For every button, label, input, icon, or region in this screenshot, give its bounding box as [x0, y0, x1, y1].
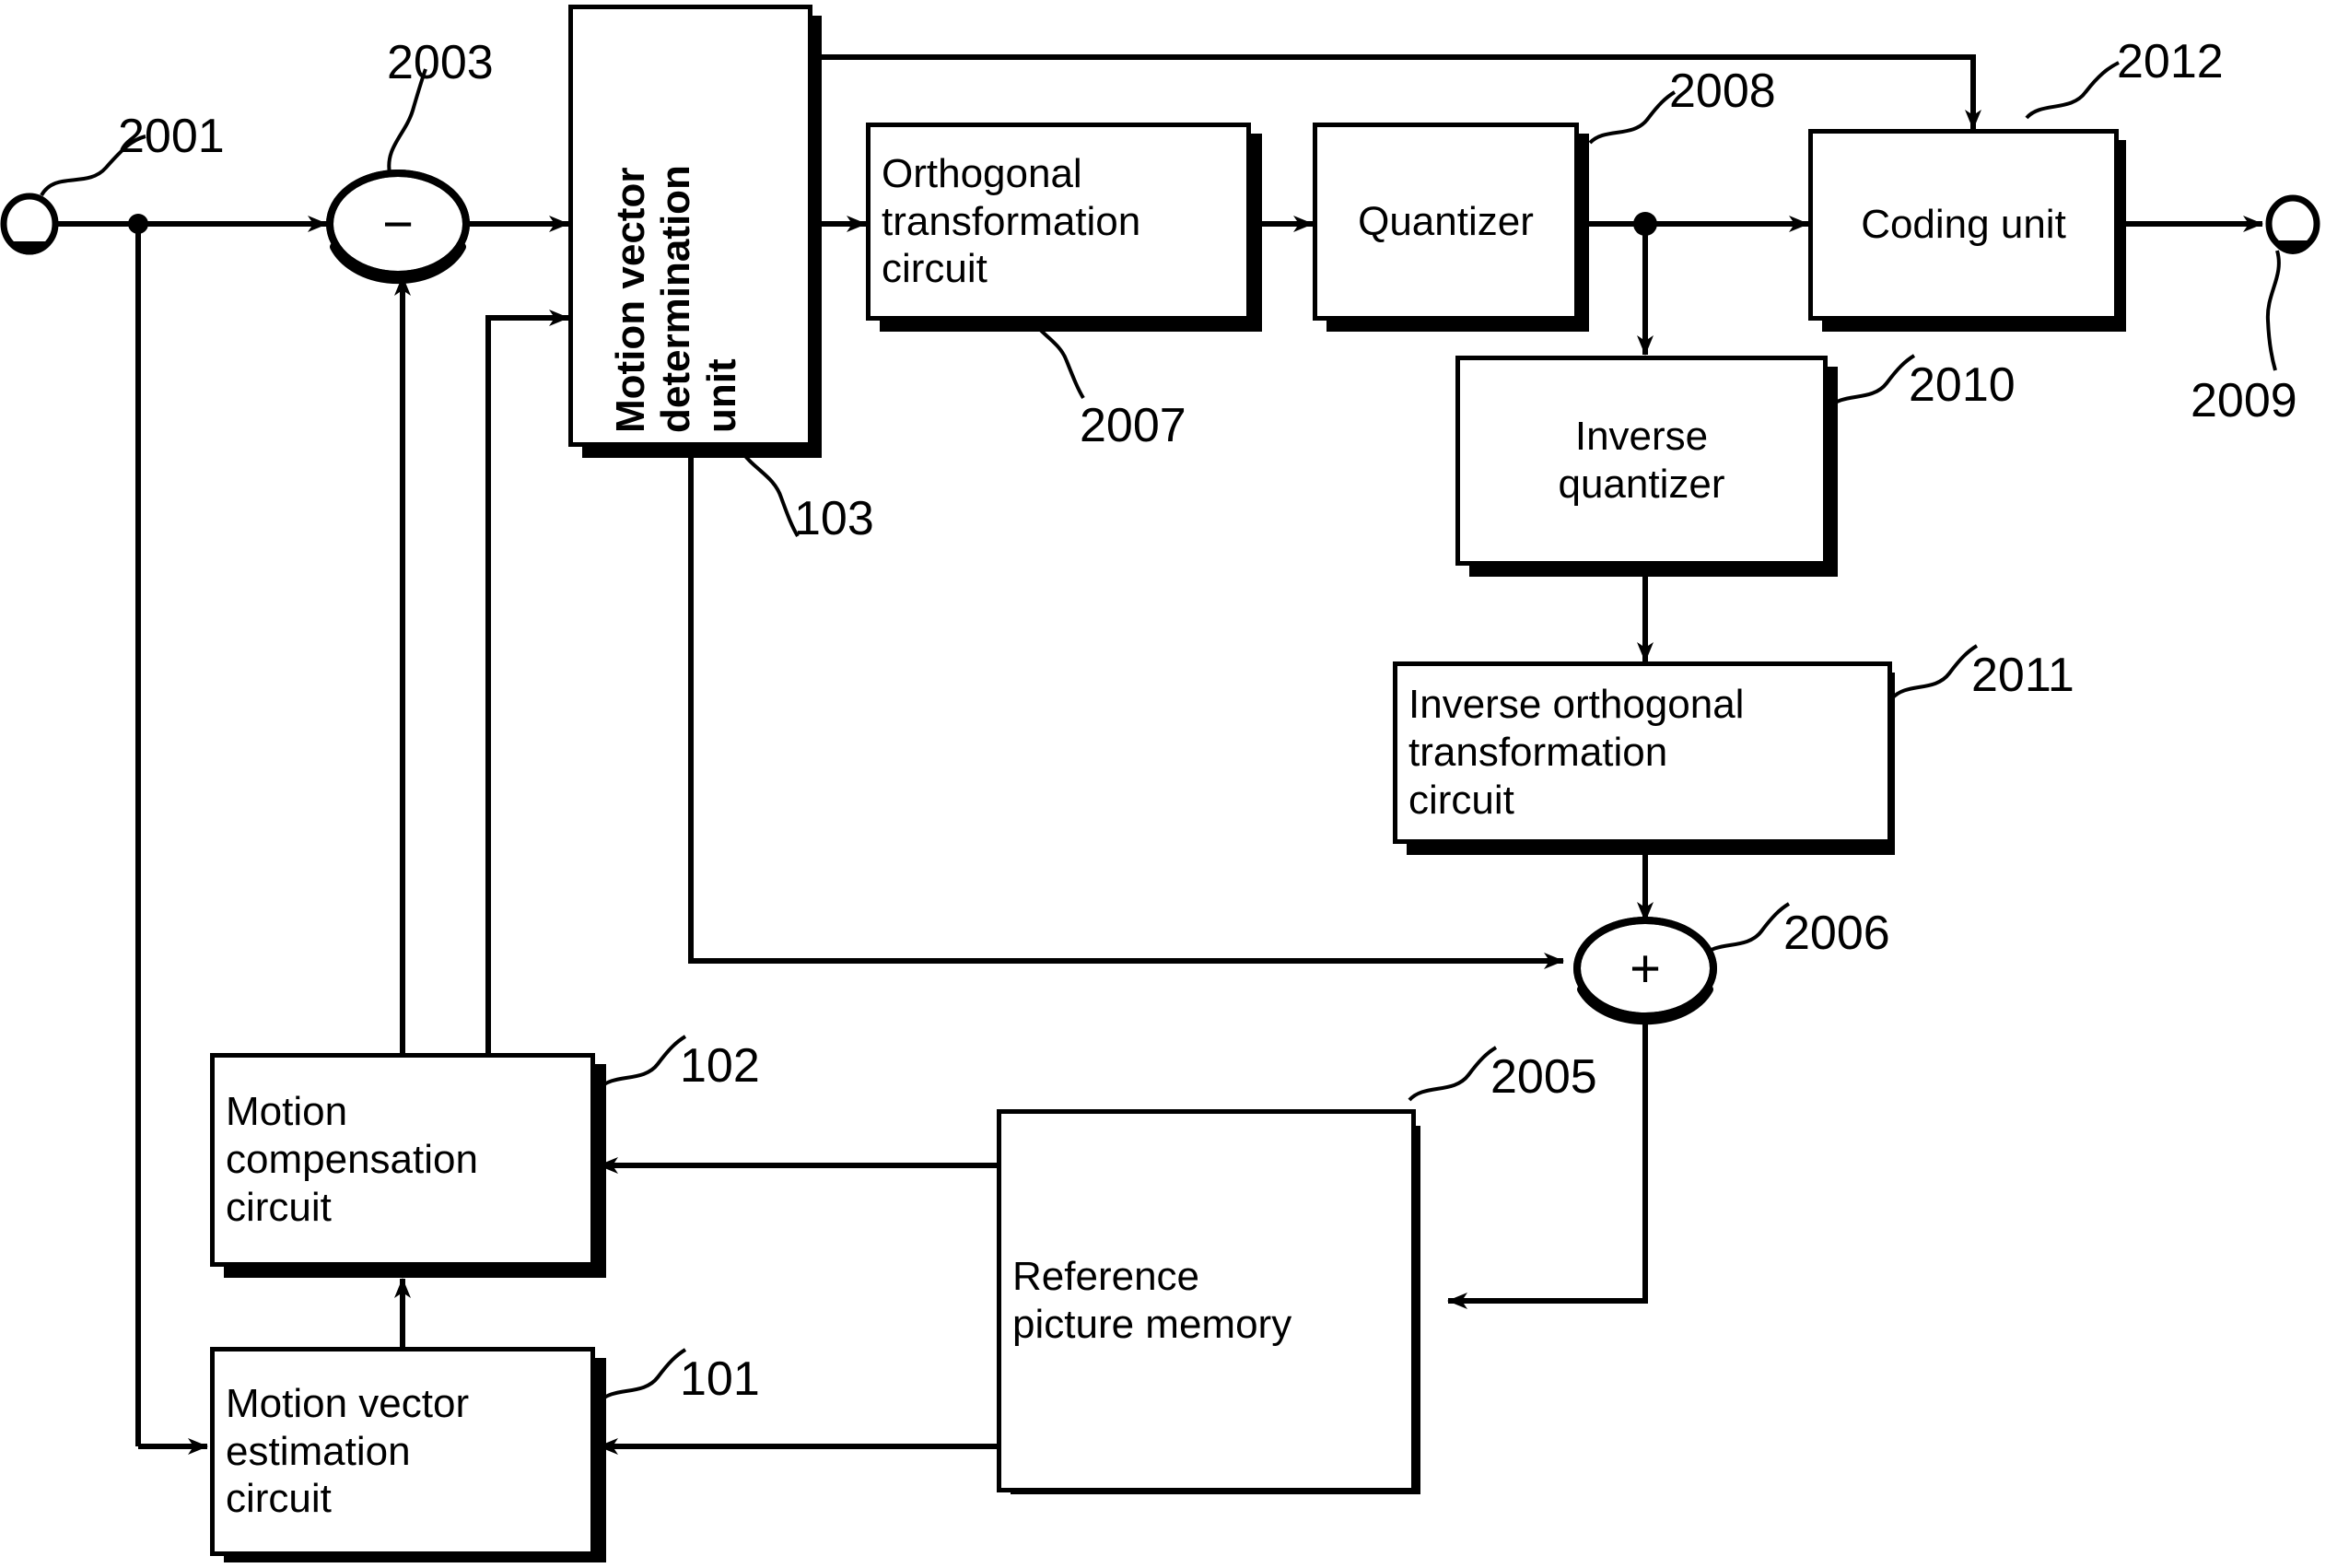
- ref-numeral-2008: 2008: [1669, 64, 1776, 118]
- patent-figure-canvas: − + Motion vector determination unit Ort…: [0, 0, 2349, 1568]
- leader-2006: [1700, 902, 1791, 958]
- block-label-inverse-quantizer: Inverse quantizer: [1558, 414, 1725, 507]
- ref-numeral-2011: 2011: [1971, 649, 2074, 702]
- block-coding-unit[interactable]: Coding unit: [1808, 129, 2119, 321]
- wire-mvdu-to-coding: [816, 54, 1981, 130]
- leader-2010: [1827, 354, 1916, 410]
- ref-numeral-102: 102: [680, 1039, 760, 1093]
- subtractor-symbol: −: [370, 193, 426, 254]
- block-label-quantizer: Quantizer: [1358, 198, 1534, 244]
- block-label-reference-picture-memory: Reference picture memory: [1012, 1254, 1292, 1347]
- ref-numeral-2007: 2007: [1080, 399, 1186, 452]
- ref-numeral-2006: 2006: [1783, 907, 1890, 960]
- ref-numeral-2010: 2010: [1909, 358, 2016, 412]
- ref-numeral-2009: 2009: [2191, 374, 2297, 427]
- leader-101: [597, 1348, 687, 1404]
- leader-102: [597, 1035, 687, 1091]
- leader-2012: [2025, 61, 2120, 120]
- junction-dot-input: [128, 214, 148, 234]
- block-inverse-orthogonal-transformation-circuit[interactable]: Inverse orthogonal transformation circui…: [1393, 661, 1892, 844]
- block-label-mvdu: Motion vector determination unit: [608, 165, 744, 433]
- ref-numeral-2012: 2012: [2117, 35, 2224, 88]
- ref-numeral-2005: 2005: [1490, 1050, 1597, 1104]
- block-inverse-quantizer[interactable]: Inverse quantizer: [1455, 356, 1828, 566]
- block-reference-picture-memory[interactable]: Reference picture memory: [997, 1109, 1416, 1492]
- block-label-inverse-ortho: Inverse orthogonal transformation circui…: [1408, 682, 1745, 823]
- leader-2009: [2265, 250, 2281, 371]
- block-label-motion-vector-estimation-circuit: Motion vector estimation circuit: [226, 1380, 470, 1522]
- leader-2005: [1408, 1046, 1498, 1102]
- block-label-motion-compensation-circuit: Motion compensation circuit: [226, 1089, 478, 1230]
- ref-numeral-2003: 2003: [387, 36, 494, 89]
- minus-icon: −: [382, 193, 414, 254]
- junction-dot-quantizer: [1633, 212, 1657, 236]
- leader-2008: [1588, 90, 1677, 145]
- ref-numeral-103: 103: [794, 492, 874, 545]
- adder-symbol: +: [1618, 939, 1673, 999]
- block-orthogonal-transformation-circuit[interactable]: Orthogonal transformation circuit: [866, 123, 1251, 321]
- ref-numeral-2001: 2001: [118, 110, 225, 163]
- block-quantizer[interactable]: Quantizer: [1313, 123, 1579, 321]
- plus-icon: +: [1630, 938, 1661, 999]
- block-motion-vector-estimation-circuit[interactable]: Motion vector estimation circuit: [210, 1347, 595, 1556]
- ref-numeral-101: 101: [680, 1352, 760, 1406]
- leader-2011: [1890, 644, 1979, 700]
- block-label-ortho: Orthogonal transformation circuit: [882, 150, 1141, 292]
- block-label-coding-unit: Coding unit: [1861, 202, 2066, 248]
- block-motion-compensation-circuit[interactable]: Motion compensation circuit: [210, 1053, 595, 1267]
